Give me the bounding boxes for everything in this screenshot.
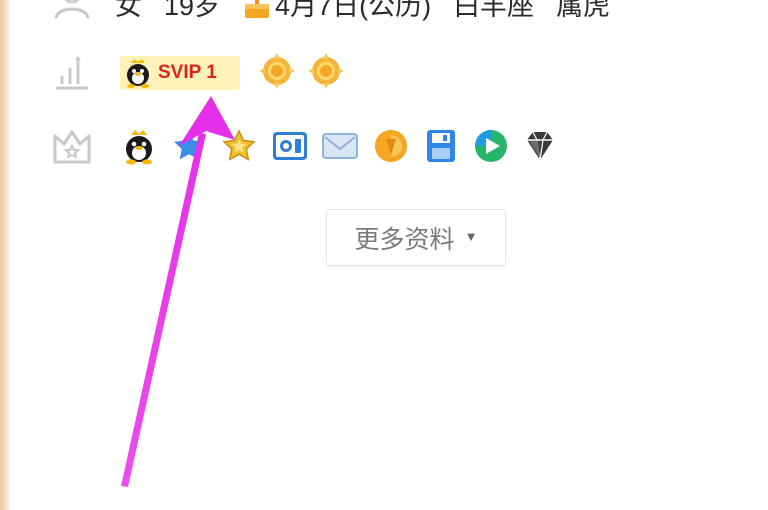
level-chart-icon <box>50 50 94 94</box>
diamond-icon[interactable] <box>521 127 559 165</box>
more-info-label: 更多资料 <box>354 225 455 254</box>
blue-star-icon[interactable] <box>170 127 208 165</box>
mail-icon[interactable] <box>321 127 359 165</box>
blood-type-text: 属虎 <box>556 0 611 21</box>
svip-badge[interactable]: SVIP 1 <box>120 56 240 90</box>
sun-icon[interactable] <box>307 52 345 90</box>
profile-info: 女 19岁 4月7日(公历) 白羊座 属虎 <box>115 0 610 23</box>
crown-icon <box>50 124 94 168</box>
qq-penguin-icon[interactable] <box>120 127 158 165</box>
more-info-button[interactable]: 更多资料 ▼ <box>326 209 506 266</box>
birthday-text: 4月7日(公历) <box>275 0 432 21</box>
left-border-strip <box>0 0 9 510</box>
qq-show-icon[interactable] <box>271 127 309 165</box>
person-icon <box>50 0 94 22</box>
age-text: 19岁 <box>164 0 222 21</box>
zodiac-text: 白羊座 <box>453 0 535 21</box>
sun-icon[interactable] <box>258 52 296 90</box>
gold-star-icon[interactable] <box>220 127 258 165</box>
weiyun-icon[interactable] <box>422 127 460 165</box>
gender-text: 女 <box>115 0 142 21</box>
qq-penguin-icon <box>127 59 149 88</box>
chevron-down-icon: ▼ <box>464 229 478 244</box>
svip-label: SVIP 1 <box>158 62 217 83</box>
yellow-diamond-icon[interactable] <box>372 127 410 165</box>
video-icon[interactable] <box>472 127 510 165</box>
birthday-cake-icon <box>245 0 270 18</box>
